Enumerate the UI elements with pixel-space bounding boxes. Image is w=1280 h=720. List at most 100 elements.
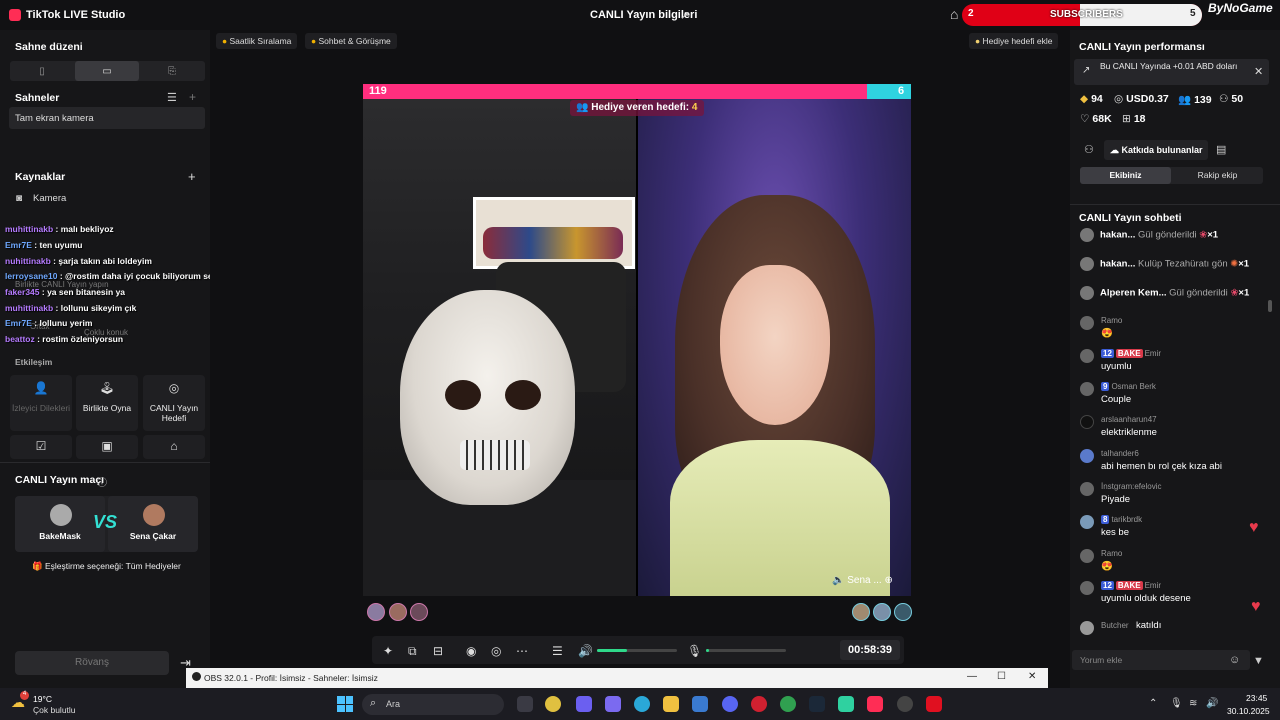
file-explorer-icon[interactable]: [663, 696, 679, 712]
rematch-button[interactable]: Rövanş: [15, 651, 169, 675]
teams-alt-icon[interactable]: [605, 696, 621, 712]
source-camera[interactable]: Kamera: [33, 193, 66, 204]
chrome-icon[interactable]: [545, 696, 561, 712]
scene-item[interactable]: Tam ekran kamera: [9, 107, 205, 129]
app-icon[interactable]: [838, 696, 854, 712]
layout-icon[interactable]: ⊟: [433, 644, 443, 658]
list-icon[interactable]: ☰: [167, 91, 177, 104]
taskbar-search[interactable]: Ara: [362, 694, 504, 715]
trend-up-icon: ↗: [1082, 65, 1091, 76]
steam-icon[interactable]: [809, 696, 825, 712]
filter-icon[interactable]: ▼: [1253, 655, 1264, 667]
clock-time[interactable]: 23:45: [1246, 693, 1267, 703]
box-icon: ▣: [101, 439, 113, 453]
cohost-face: [720, 265, 830, 425]
avatar[interactable]: [410, 603, 428, 621]
person-settings-icon[interactable]: ⚇: [1084, 143, 1094, 156]
avatar[interactable]: [367, 603, 385, 621]
usd-stat: ◎ USD0.37: [1114, 93, 1169, 105]
performance-title: CANLI Yayın performansı: [1079, 41, 1205, 53]
magic-wand-icon[interactable]: ✦: [383, 644, 393, 658]
avatar: [1080, 382, 1094, 396]
people-icon: 👥: [1178, 94, 1192, 106]
tab-our-team[interactable]: Ekibiniz: [1080, 167, 1171, 184]
share-icon[interactable]: ↗: [680, 8, 690, 22]
media-icon[interactable]: [926, 696, 942, 712]
browser-icon[interactable]: [780, 696, 796, 712]
close-icon[interactable]: ✕: [1028, 671, 1036, 682]
background-pillow: [483, 227, 623, 259]
cohost-tag[interactable]: 🔈 Sena ... ⊕: [832, 575, 893, 586]
flame-icon: ●: [222, 36, 230, 46]
close-icon[interactable]: ✕: [1254, 65, 1263, 78]
tab-rival-team[interactable]: Rakip ekip: [1172, 167, 1263, 184]
chat-call-chip[interactable]: ● Sohbet & Görüşme: [305, 33, 397, 49]
overlay-chat-line: muhittinakb : lollunu sikeyim çık: [5, 303, 137, 313]
chat-scrollbar[interactable]: [1268, 300, 1272, 312]
windows-start-icon[interactable]: [337, 696, 353, 712]
tiktok-icon[interactable]: [867, 696, 883, 712]
microphone-icon[interactable]: 🎙: [1170, 698, 1183, 709]
avatar[interactable]: [873, 603, 891, 621]
home-icon[interactable]: ⌂: [950, 6, 958, 22]
comment-input[interactable]: Yorum ekle: [1072, 650, 1250, 670]
hourly-ranking-chip[interactable]: ● Saatlik Sıralama: [216, 33, 298, 49]
maximize-icon[interactable]: ☐: [997, 671, 1006, 682]
list-document-icon[interactable]: ▤: [1216, 143, 1226, 156]
help-icon[interactable]: ⓘ: [97, 474, 107, 489]
battle-score-bar: [363, 84, 911, 99]
rotate-layout-button[interactable]: ⎘: [140, 61, 204, 81]
weather-temperature[interactable]: 19°C: [33, 694, 52, 704]
emoji-icon[interactable]: ☺: [1229, 654, 1240, 666]
shop-tile[interactable]: ⌂: [143, 435, 205, 459]
opera-icon[interactable]: [751, 696, 767, 712]
obs-icon[interactable]: [897, 696, 913, 712]
wifi-icon[interactable]: ≋: [1189, 698, 1197, 709]
mask-teeth: [460, 440, 530, 470]
landscape-layout-button[interactable]: ▭: [75, 61, 139, 81]
edge-icon[interactable]: [634, 696, 650, 712]
mic-slider[interactable]: [706, 649, 786, 652]
skull-mask: [400, 290, 575, 505]
contributors-button[interactable]: ☁ Katkıda bulunanlar: [1104, 140, 1208, 160]
chevron-up-icon[interactable]: ⌃: [1149, 698, 1157, 709]
record-icon[interactable]: ◉: [466, 644, 476, 658]
avatar[interactable]: [389, 603, 407, 621]
avatar: [143, 504, 165, 526]
play-together-tile[interactable]: 🕹 Birlikte Oyna: [76, 375, 138, 431]
volume-icon[interactable]: 🔊: [578, 644, 593, 658]
settings-sliders-icon[interactable]: ☰: [552, 644, 563, 658]
checkbox-icon: ☑: [35, 439, 47, 453]
portrait-layout-button[interactable]: ▯: [10, 61, 74, 81]
bynogame-logo: ByNoGame: [1208, 1, 1273, 15]
avatar[interactable]: [894, 603, 912, 621]
task-view-icon[interactable]: [517, 696, 533, 712]
live-goal-tile[interactable]: ◎ CANLI Yayın Hedefi: [143, 375, 205, 431]
add-scene-icon[interactable]: +: [189, 90, 196, 104]
divider: [0, 462, 210, 463]
pairing-option[interactable]: 🎁 Eşleştirme seçeneği: Tüm Hediyeler: [32, 561, 181, 572]
clock-date[interactable]: 30.10.2025: [1227, 706, 1270, 716]
effects-icon[interactable]: ⧉: [408, 644, 417, 659]
microphone-icon[interactable]: 🎙: [687, 644, 702, 658]
avatar: [1080, 621, 1094, 635]
discord-icon[interactable]: [722, 696, 738, 712]
store-icon: ⌂: [170, 439, 178, 453]
add-gift-goal-chip[interactable]: ● Hediye hedefi ekle: [969, 33, 1059, 49]
capture-icon[interactable]: ◎: [491, 644, 501, 658]
add-source-icon[interactable]: +: [188, 169, 196, 184]
viewer-requests-tile[interactable]: 👤 İzleyici Dilekleri: [10, 375, 72, 431]
volume-icon[interactable]: 🔊: [1206, 698, 1218, 709]
interaction-title: Etkileşim: [15, 357, 53, 367]
avatar[interactable]: [852, 603, 870, 621]
weather-description[interactable]: Çok bulutlu: [33, 705, 76, 715]
more-icon[interactable]: ⋯: [516, 644, 528, 658]
poll-tile[interactable]: ☑: [10, 435, 72, 459]
tiktok-logo-icon: [9, 9, 21, 21]
mail-icon[interactable]: [692, 696, 708, 712]
teams-icon[interactable]: [576, 696, 592, 712]
avatar: [1080, 581, 1094, 595]
minimize-icon[interactable]: —: [967, 671, 977, 682]
treasure-tile[interactable]: ▣: [76, 435, 138, 459]
live-timer: 00:58:39: [840, 640, 900, 660]
